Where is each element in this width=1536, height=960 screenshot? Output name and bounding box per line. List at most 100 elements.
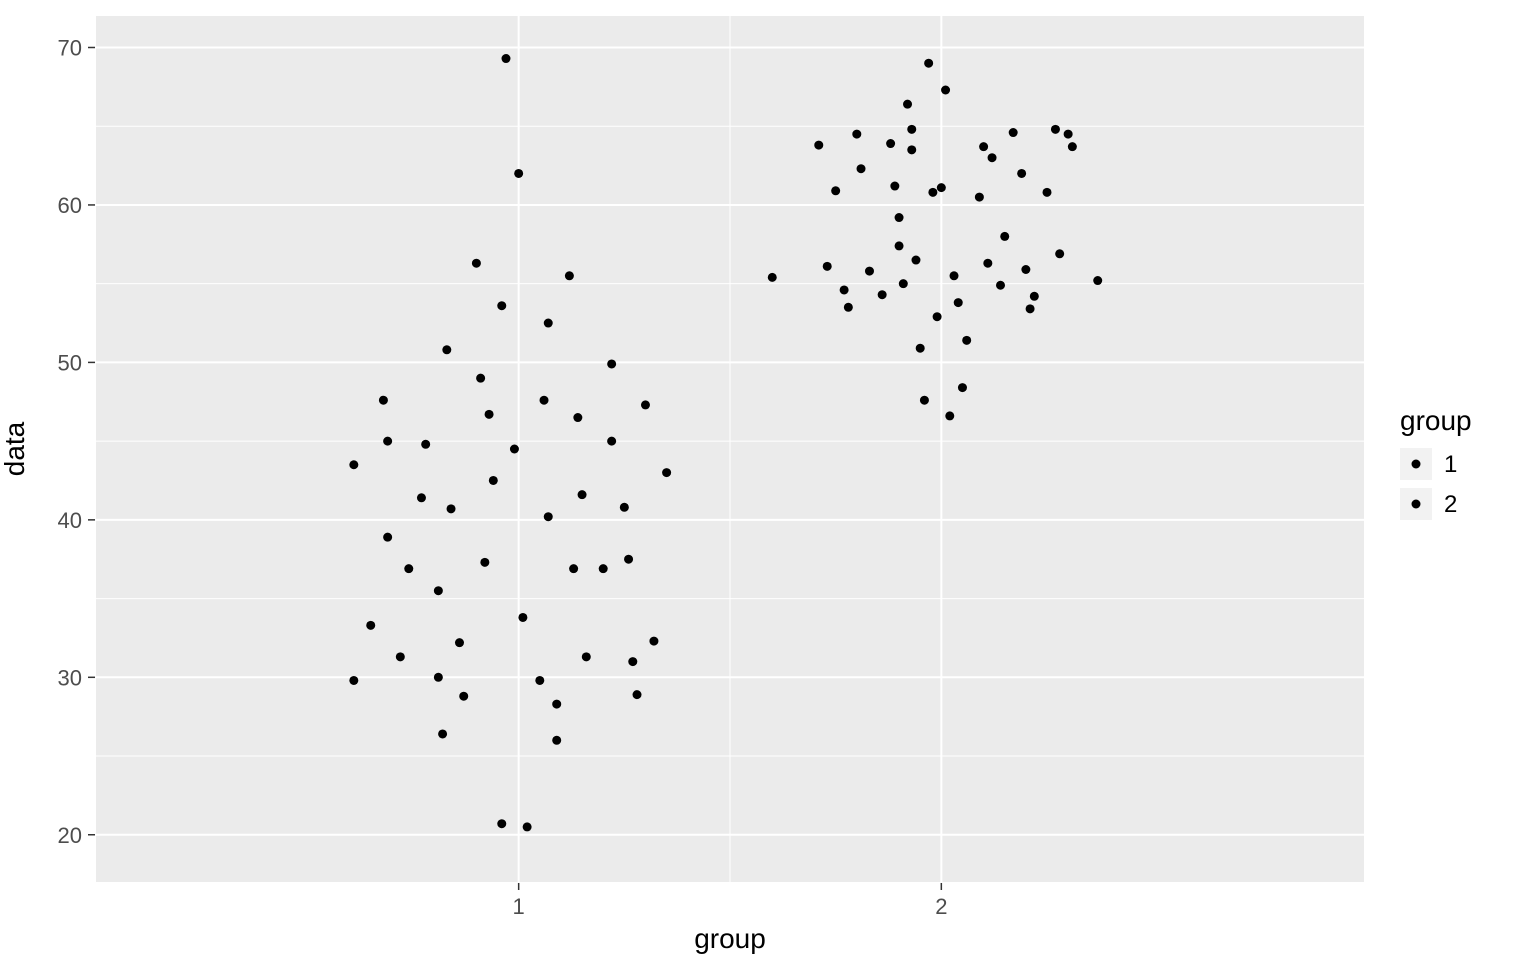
data-point [455, 638, 464, 647]
data-point [1030, 292, 1039, 301]
data-point [840, 285, 849, 294]
data-point [535, 676, 544, 685]
data-point [544, 319, 553, 328]
data-point [421, 440, 430, 449]
data-point [814, 141, 823, 150]
data-point [379, 396, 388, 405]
data-point [565, 271, 574, 280]
data-point [975, 193, 984, 202]
data-point [518, 613, 527, 622]
data-point [857, 164, 866, 173]
data-point [404, 564, 413, 573]
data-point [924, 59, 933, 68]
data-point [628, 657, 637, 666]
data-point [510, 445, 519, 454]
data-point [417, 493, 426, 502]
data-point [899, 279, 908, 288]
data-point [472, 259, 481, 268]
data-point [945, 411, 954, 420]
data-point [349, 460, 358, 469]
data-point [988, 153, 997, 162]
data-point [996, 281, 1005, 290]
data-point [823, 262, 832, 271]
legend-label: 2 [1444, 491, 1457, 518]
data-point [383, 533, 392, 542]
data-point [641, 400, 650, 409]
data-point [649, 637, 658, 646]
data-point [1017, 169, 1026, 178]
data-point [459, 692, 468, 701]
legend-point-icon [1412, 460, 1421, 469]
data-point [895, 213, 904, 222]
data-point [578, 490, 587, 499]
data-point [844, 303, 853, 312]
data-point [878, 290, 887, 299]
data-point [434, 673, 443, 682]
data-point [954, 298, 963, 307]
data-point [1051, 125, 1060, 134]
data-point [928, 188, 937, 197]
data-point [442, 345, 451, 354]
data-point [552, 700, 561, 709]
y-tick-label: 40 [58, 508, 82, 533]
data-point [480, 558, 489, 567]
data-point [501, 54, 510, 63]
data-point [1043, 188, 1052, 197]
data-point [497, 301, 506, 310]
y-tick-label: 50 [58, 350, 82, 375]
data-point [476, 374, 485, 383]
data-point [1009, 128, 1018, 137]
data-point [540, 396, 549, 405]
data-point [937, 183, 946, 192]
data-point [552, 736, 561, 745]
data-point [569, 564, 578, 573]
data-point [852, 130, 861, 139]
data-point [620, 503, 629, 512]
data-point [941, 86, 950, 95]
data-point [907, 125, 916, 134]
data-point [1000, 232, 1009, 241]
data-point [958, 383, 967, 392]
data-point [950, 271, 959, 280]
data-point [434, 586, 443, 595]
data-point [485, 410, 494, 419]
y-tick-label: 30 [58, 665, 82, 690]
data-point [911, 256, 920, 265]
data-point [438, 729, 447, 738]
data-point [886, 139, 895, 148]
data-point [523, 822, 532, 831]
data-point [349, 676, 358, 685]
data-point [903, 100, 912, 109]
y-tick-label: 70 [58, 35, 82, 60]
data-point [366, 621, 375, 630]
data-point [920, 396, 929, 405]
data-point [983, 259, 992, 268]
data-point [383, 437, 392, 446]
y-tick-label: 60 [58, 193, 82, 218]
data-point [933, 312, 942, 321]
legend-point-icon [1412, 500, 1421, 509]
data-point [582, 652, 591, 661]
data-point [662, 468, 671, 477]
data-point [907, 145, 916, 154]
data-point [831, 186, 840, 195]
data-point [607, 437, 616, 446]
y-axis-title: data [0, 421, 30, 476]
data-point [447, 504, 456, 513]
data-point [768, 273, 777, 282]
data-point [633, 690, 642, 699]
data-point [514, 169, 523, 178]
data-point [1064, 130, 1073, 139]
x-tick-label: 1 [513, 894, 525, 919]
scatter-chart: 20304050607012groupdatagroup12 [0, 0, 1536, 960]
data-point [1055, 249, 1064, 258]
y-tick-label: 20 [58, 823, 82, 848]
data-point [489, 476, 498, 485]
legend-label: 1 [1444, 451, 1457, 478]
data-point [607, 359, 616, 368]
data-point [599, 564, 608, 573]
data-point [497, 819, 506, 828]
data-point [1026, 304, 1035, 313]
data-point [979, 142, 988, 151]
data-point [865, 267, 874, 276]
